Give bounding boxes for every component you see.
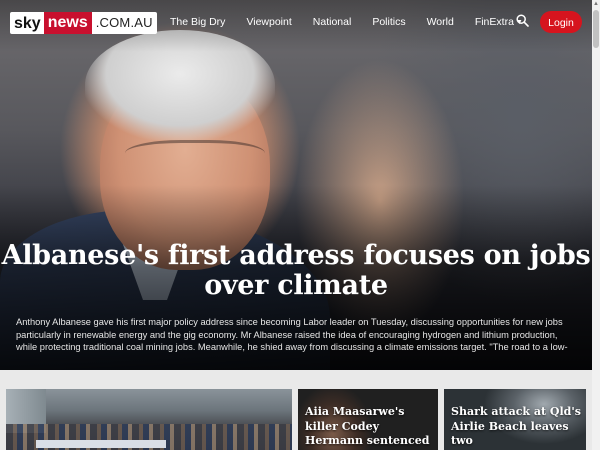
card-headline[interactable]: Aiia Maasarwe's killer Codey Hermann sen…: [305, 405, 433, 450]
hero-overlay: [0, 0, 592, 370]
nav-item-world[interactable]: World: [427, 16, 454, 28]
hero-headline[interactable]: Albanese's first address focuses on jobs…: [0, 241, 592, 301]
main-nav: The Big Dry Viewpoint National Politics …: [170, 16, 544, 28]
nav-item-viewpoint[interactable]: Viewpoint: [246, 16, 291, 28]
nav-item-national[interactable]: National: [313, 16, 352, 28]
scroll-up-arrow-icon[interactable]: ▲: [592, 0, 600, 8]
search-icon[interactable]: [516, 14, 529, 27]
logo-domain: .COM.AU: [95, 15, 153, 30]
story-card-protest[interactable]: [6, 389, 292, 450]
scroll-thumb[interactable]: [593, 10, 599, 48]
hero-summary: Anthony Albanese gave his first major po…: [16, 317, 568, 353]
login-button[interactable]: Login: [540, 11, 582, 33]
site-logo[interactable]: sky news .COM.AU: [10, 12, 157, 34]
hero-story[interactable]: Albanese's first address focuses on jobs…: [0, 0, 592, 370]
nav-item-the-big-dry[interactable]: The Big Dry: [170, 16, 225, 28]
story-card-maasarwe[interactable]: Aiia Maasarwe's killer Codey Hermann sen…: [298, 389, 438, 450]
page-scrollbar[interactable]: ▲: [592, 0, 600, 450]
site-header: sky news .COM.AU The Big Dry Viewpoint N…: [0, 0, 592, 45]
nav-item-finextra-label: FinExtra: [474, 16, 514, 28]
logo-sky: sky: [14, 15, 41, 32]
card-image-banner: [36, 440, 166, 448]
logo-news: news: [43, 12, 92, 34]
nav-item-politics[interactable]: Politics: [372, 16, 405, 28]
story-card-shark-attack[interactable]: Shark attack at Qld's Airlie Beach leave…: [444, 389, 586, 450]
card-headline[interactable]: Shark attack at Qld's Airlie Beach leave…: [451, 405, 581, 449]
